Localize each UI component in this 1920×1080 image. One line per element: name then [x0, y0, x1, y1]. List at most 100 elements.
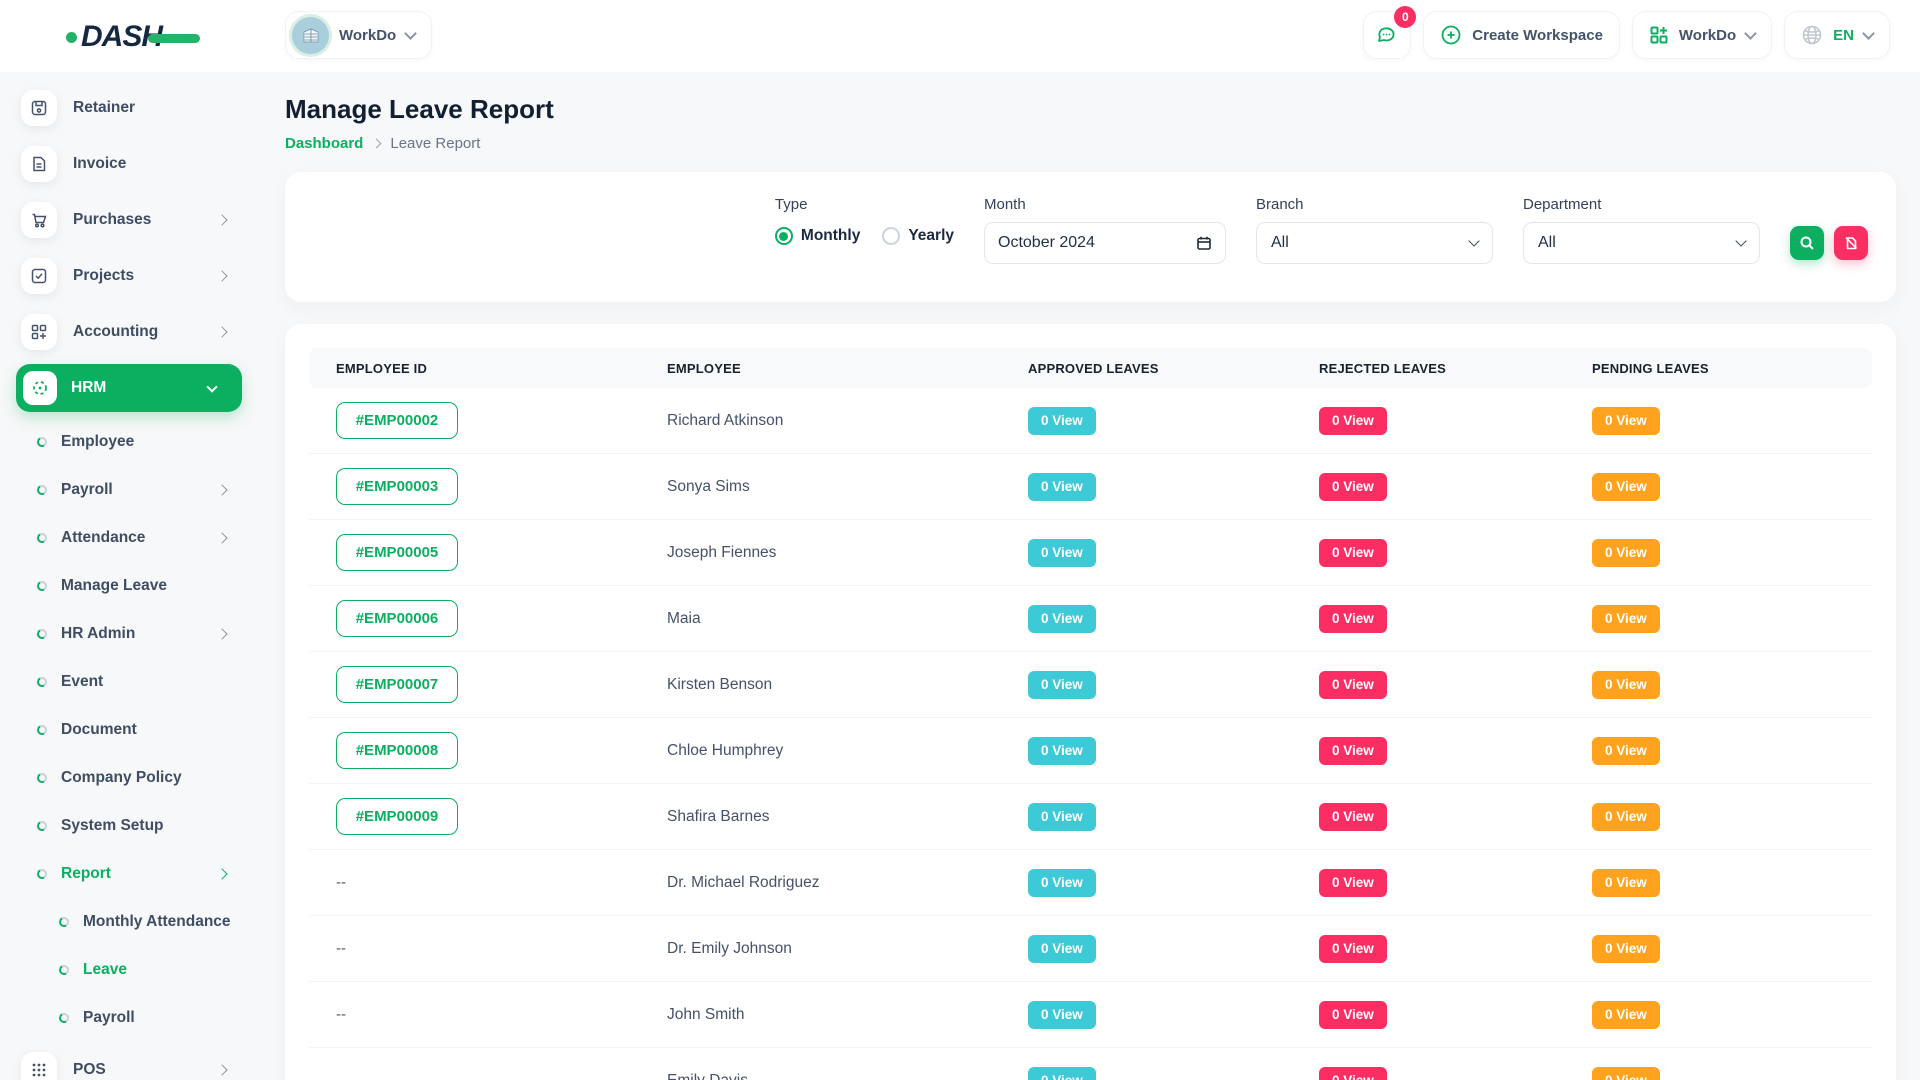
table-row: #EMP00003 Sonya Sims 0 View 0 View 0 Vie…	[309, 454, 1872, 520]
workspace-avatar	[292, 17, 329, 54]
employee-id-button[interactable]: #EMP00005	[336, 534, 458, 571]
employee-name: Shafira Barnes	[667, 808, 1028, 826]
leave-report-table: EMPLOYEE ID EMPLOYEE APPROVED LEAVES REJ…	[285, 324, 1896, 1080]
approved-leaves-view-badge[interactable]: 0 View	[1028, 803, 1096, 831]
pending-leaves-view-badge[interactable]: 0 View	[1592, 605, 1660, 633]
rejected-leaves-view-badge[interactable]: 0 View	[1319, 737, 1387, 765]
rejected-leaves-view-badge[interactable]: 0 View	[1319, 803, 1387, 831]
department-select[interactable]: All	[1523, 222, 1760, 264]
plus-circle-icon	[1440, 24, 1462, 46]
invoice-icon	[21, 146, 57, 182]
pending-leaves-view-badge[interactable]: 0 View	[1592, 1001, 1660, 1029]
bullet-icon	[36, 820, 48, 832]
pending-leaves-view-badge[interactable]: 0 View	[1592, 803, 1660, 831]
pending-leaves-view-badge[interactable]: 0 View	[1592, 539, 1660, 567]
pending-leaves-view-badge[interactable]: 0 View	[1592, 407, 1660, 435]
approved-leaves-view-badge[interactable]: 0 View	[1028, 869, 1096, 897]
dash-logo[interactable]: DASH	[66, 20, 200, 54]
create-workspace-button[interactable]: Create Workspace	[1423, 11, 1620, 59]
rejected-leaves-view-badge[interactable]: 0 View	[1319, 869, 1387, 897]
approved-leaves-view-badge[interactable]: 0 View	[1028, 407, 1096, 435]
sidebar-item-company-policy[interactable]: Company Policy	[0, 754, 256, 802]
create-workspace-label: Create Workspace	[1472, 27, 1603, 44]
rejected-leaves-view-badge[interactable]: 0 View	[1319, 407, 1387, 435]
sidebar-item-attendance[interactable]: Attendance	[0, 514, 256, 562]
workspace-selector[interactable]: WorkDo	[285, 11, 432, 59]
approved-leaves-view-badge[interactable]: 0 View	[1028, 605, 1096, 633]
sidebar-item-label: HRM	[71, 379, 106, 397]
rejected-leaves-view-badge[interactable]: 0 View	[1319, 539, 1387, 567]
rejected-leaves-view-badge[interactable]: 0 View	[1319, 605, 1387, 633]
rejected-leaves-view-badge[interactable]: 0 View	[1319, 671, 1387, 699]
grid-plus-icon	[21, 314, 57, 350]
sidebar-item-document[interactable]: Document	[0, 706, 256, 754]
sidebar-item-manage-leave[interactable]: Manage Leave	[0, 562, 256, 610]
pending-leaves-view-badge[interactable]: 0 View	[1592, 1067, 1660, 1080]
month-input[interactable]: October 2024	[984, 222, 1226, 264]
breadcrumb-current: Leave Report	[390, 135, 480, 152]
table-row: -- Emily Davis 0 View 0 View 0 View	[309, 1048, 1872, 1080]
sidebar-item-pos[interactable]: POS	[0, 1042, 256, 1080]
sidebar-item-retainer[interactable]: Retainer	[0, 80, 256, 136]
approved-leaves-view-badge[interactable]: 0 View	[1028, 671, 1096, 699]
radio-monthly[interactable]: Monthly	[775, 227, 860, 245]
approved-leaves-view-badge[interactable]: 0 View	[1028, 1001, 1096, 1029]
reset-filter-button[interactable]	[1834, 226, 1868, 260]
sidebar-item-report-payroll[interactable]: Payroll	[0, 994, 256, 1042]
sidebar-item-accounting[interactable]: Accounting	[0, 304, 256, 360]
rejected-leaves-view-badge[interactable]: 0 View	[1319, 935, 1387, 963]
employee-id-button[interactable]: #EMP00008	[336, 732, 458, 769]
breadcrumb-dashboard-link[interactable]: Dashboard	[285, 135, 363, 152]
pending-leaves-view-badge[interactable]: 0 View	[1592, 737, 1660, 765]
employee-id-button[interactable]: #EMP00006	[336, 600, 458, 637]
sidebar-item-invoice[interactable]: Invoice	[0, 136, 256, 192]
chevron-right-icon	[372, 139, 382, 149]
language-code: EN	[1833, 27, 1854, 44]
approved-leaves-view-badge[interactable]: 0 View	[1028, 935, 1096, 963]
workdo-dropdown-label: WorkDo	[1679, 27, 1736, 44]
sidebar-item-projects[interactable]: Projects	[0, 248, 256, 304]
sidebar-item-label: Event	[61, 673, 103, 691]
sidebar-item-label: Retainer	[73, 99, 135, 117]
search-button[interactable]	[1790, 226, 1824, 260]
table-row: -- John Smith 0 View 0 View 0 View	[309, 982, 1872, 1048]
chevron-down-icon	[404, 27, 417, 40]
approved-leaves-view-badge[interactable]: 0 View	[1028, 473, 1096, 501]
rejected-leaves-view-badge[interactable]: 0 View	[1319, 1001, 1387, 1029]
pending-leaves-view-badge[interactable]: 0 View	[1592, 869, 1660, 897]
rejected-leaves-view-badge[interactable]: 0 View	[1319, 473, 1387, 501]
sidebar-item-purchases[interactable]: Purchases	[0, 192, 256, 248]
sidebar-item-label: Accounting	[73, 323, 158, 341]
sidebar-item-hrm[interactable]: HRM	[16, 364, 242, 412]
workdo-dropdown[interactable]: WorkDo	[1632, 11, 1772, 59]
sidebar-item-monthly-attendance[interactable]: Monthly Attendance	[0, 898, 256, 946]
rejected-leaves-view-badge[interactable]: 0 View	[1319, 1067, 1387, 1080]
chevron-down-icon	[1862, 27, 1875, 40]
column-header: APPROVED LEAVES	[1028, 361, 1319, 376]
sidebar-item-report[interactable]: Report	[0, 850, 256, 898]
sidebar-item-employee[interactable]: Employee	[0, 418, 256, 466]
employee-id-button[interactable]: #EMP00007	[336, 666, 458, 703]
messages-button[interactable]: 0	[1363, 11, 1411, 59]
pending-leaves-view-badge[interactable]: 0 View	[1592, 935, 1660, 963]
sidebar-item-leave[interactable]: Leave	[0, 946, 256, 994]
branch-select[interactable]: All	[1256, 222, 1493, 264]
pending-leaves-view-badge[interactable]: 0 View	[1592, 671, 1660, 699]
sidebar-item-payroll[interactable]: Payroll	[0, 466, 256, 514]
approved-leaves-view-badge[interactable]: 0 View	[1028, 737, 1096, 765]
pending-leaves-view-badge[interactable]: 0 View	[1592, 473, 1660, 501]
sidebar-item-system-setup[interactable]: System Setup	[0, 802, 256, 850]
employee-id-button[interactable]: #EMP00002	[336, 402, 458, 439]
language-selector[interactable]: EN	[1784, 11, 1890, 59]
radio-yearly[interactable]: Yearly	[882, 227, 954, 245]
approved-leaves-view-badge[interactable]: 0 View	[1028, 1067, 1096, 1080]
employee-id-button[interactable]: #EMP00003	[336, 468, 458, 505]
sidebar-item-event[interactable]: Event	[0, 658, 256, 706]
sidebar-item-label: Leave	[83, 961, 127, 979]
employee-id-button[interactable]: #EMP00009	[336, 798, 458, 835]
table-header-row: EMPLOYEE ID EMPLOYEE APPROVED LEAVES REJ…	[309, 348, 1872, 388]
approved-leaves-view-badge[interactable]: 0 View	[1028, 539, 1096, 567]
sidebar-item-hr-admin[interactable]: HR Admin	[0, 610, 256, 658]
radio-monthly-label: Monthly	[801, 227, 860, 245]
filter-card: Type Monthly Yearly Month October 2024	[285, 172, 1896, 302]
